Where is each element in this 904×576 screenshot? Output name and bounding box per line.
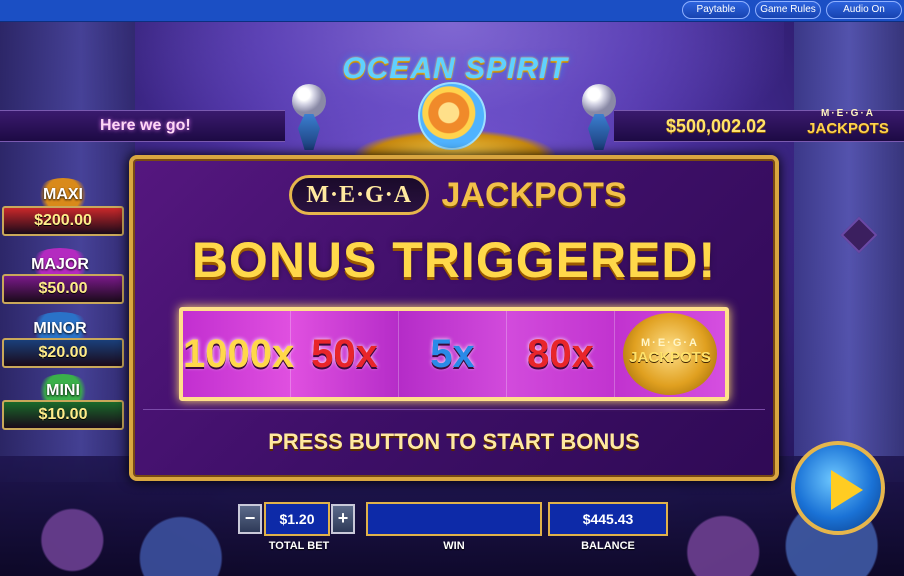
total-bet-display: $1.20 (264, 502, 330, 536)
mega-logo-top: M·E·G·A (821, 108, 875, 119)
jackpot-minor-value: $20.00 (2, 338, 124, 368)
mega-jackpots-coin-icon: M·E·G·A JACKPOTS (623, 313, 717, 395)
nautilus-shell-icon (418, 82, 486, 150)
multiplier-cell: 80x (507, 311, 615, 397)
multiplier-cell: 1000x (183, 311, 294, 397)
paytable-button[interactable]: Paytable (682, 1, 750, 19)
progressive-jackpot-amount: $500,002.02 (666, 116, 767, 136)
bonus-triggered-panel: M·E·G·A JACKPOTS BONUS TRIGGERED! 1000x … (129, 155, 779, 481)
multiplier-cell: 50x (291, 311, 399, 397)
press-to-start-text: PRESS BUTTON TO START BONUS (268, 429, 640, 454)
pearl-icon-right (582, 84, 616, 118)
balance-display: $445.43 (548, 502, 668, 536)
multiplier-cell: 5x (399, 311, 507, 397)
panel-divider (143, 409, 765, 410)
status-message: Here we go! (100, 117, 191, 134)
play-icon (831, 470, 863, 510)
mega-jackpots-logo: M·E·G·A JACKPOTS (806, 108, 890, 142)
jackpot-maxi-value: $200.00 (2, 206, 124, 236)
jackpot-major-value: $50.00 (2, 274, 124, 304)
jackpots-word: JACKPOTS (441, 176, 627, 214)
game-logo: OCEAN SPIRIT (342, 52, 568, 85)
decrease-bet-button[interactable]: − (238, 504, 262, 534)
mega-logo-bottom: JACKPOTS (807, 120, 889, 137)
coin-top-text: M·E·G·A (641, 337, 699, 349)
audio-toggle-button[interactable]: Audio On (826, 1, 902, 19)
spin-button[interactable] (791, 441, 885, 535)
game-rules-button[interactable]: Game Rules (755, 1, 821, 19)
mega-jackpots-header: M·E·G·A JACKPOTS (133, 175, 783, 225)
pearl-icon-left (292, 84, 326, 118)
balance-label: BALANCE (581, 540, 635, 552)
total-bet-label: TOTAL BET (268, 540, 330, 552)
jackpot-mini-value: $10.00 (2, 400, 124, 430)
bonus-triggered-title: BONUS TRIGGERED! (191, 232, 717, 288)
game-stage: OCEAN SPIRIT Here we go! $500,002.02 M·E… (0, 22, 904, 576)
win-display (366, 502, 542, 536)
coin-bottom-text: JACKPOTS (629, 349, 711, 366)
win-label: WIN (443, 540, 465, 552)
background-pillar-right (794, 22, 904, 482)
mega-pill: M·E·G·A (289, 175, 430, 215)
top-menu-bar: Paytable Game Rules Audio On (0, 0, 904, 22)
increase-bet-button[interactable]: + (331, 504, 355, 534)
multiplier-strip: 1000x 50x 5x 80x M·E·G·A JACKPOTS (179, 307, 729, 401)
